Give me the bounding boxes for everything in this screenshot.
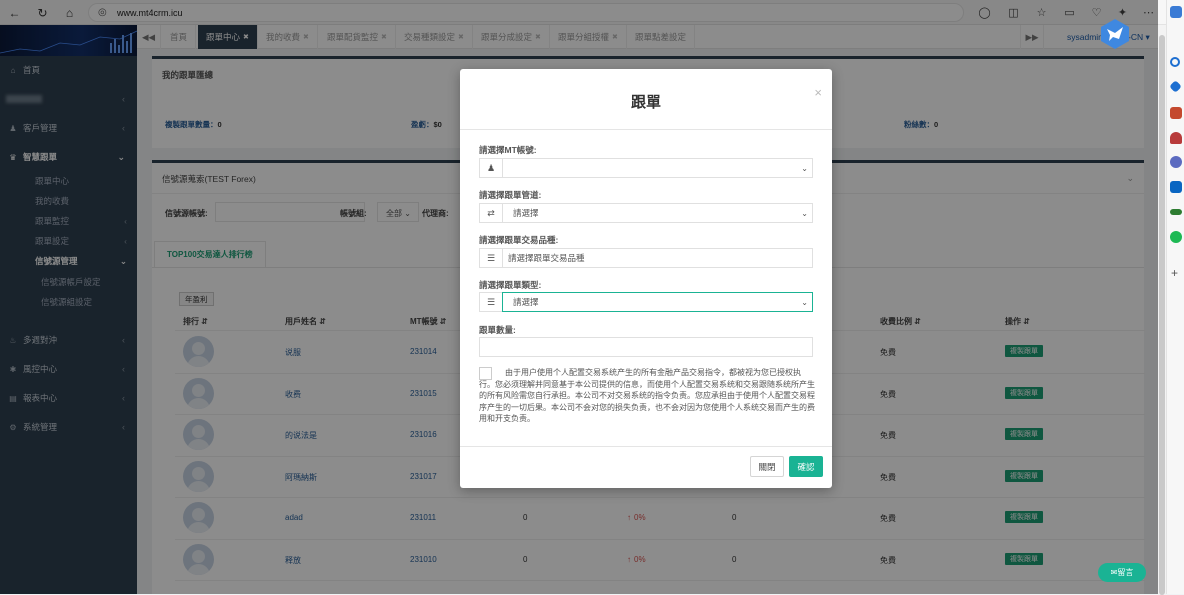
type-label: 請選擇跟單類型: <box>479 280 542 290</box>
games-icon[interactable] <box>1170 156 1182 168</box>
list-icon: ☰ <box>479 248 503 268</box>
mt-account-select[interactable]: ⌄ <box>502 158 813 178</box>
confirm-button[interactable]: 確認 <box>789 456 823 477</box>
user-icon: ♟ <box>479 158 503 178</box>
spotify-icon[interactable] <box>1170 231 1182 243</box>
type-select[interactable]: 請選擇 ⌄ <box>502 292 813 312</box>
modal-title: 跟單 <box>630 94 661 111</box>
chevron-down-icon: ⌄ <box>801 298 808 307</box>
quantity-input[interactable] <box>479 337 813 357</box>
chat-icon: ✉ <box>1110 568 1118 577</box>
chevron-down-icon: ⌄ <box>801 209 808 218</box>
shopping-icon[interactable] <box>1170 209 1182 215</box>
leave-message-button[interactable]: ✉ 留言 <box>1098 563 1146 582</box>
person-icon[interactable] <box>1170 132 1182 144</box>
channel-select[interactable]: 請選擇 ⌄ <box>502 203 813 223</box>
floating-assistant-icon[interactable] <box>1098 17 1132 51</box>
channel-label: 請選擇跟單管道: <box>479 190 542 200</box>
chevron-down-icon: ⌄ <box>801 164 808 173</box>
add-icon[interactable]: + <box>1171 266 1178 280</box>
product-label: 請選擇跟單交易品種: <box>479 235 559 245</box>
exchange-icon: ⇄ <box>479 203 503 223</box>
copilot-icon[interactable] <box>1170 6 1182 18</box>
browser-sidebar: + <box>1166 0 1184 594</box>
close-icon[interactable]: × <box>814 85 822 100</box>
tag-icon[interactable] <box>1169 80 1182 93</box>
toolbox-icon[interactable] <box>1170 107 1182 119</box>
close-button[interactable]: 關閉 <box>750 456 784 477</box>
scroll-thumb[interactable] <box>1159 35 1165 595</box>
agreement-checkbox[interactable] <box>479 367 492 380</box>
mt-account-label: 請選擇MT帳號: <box>479 145 537 155</box>
list-icon: ☰ <box>479 292 503 312</box>
product-input[interactable]: 請選擇跟單交易品種 <box>502 248 813 268</box>
page-scrollbar[interactable] <box>1158 25 1166 595</box>
quantity-label: 跟單數量: <box>479 325 516 335</box>
outlook-icon[interactable] <box>1170 181 1182 193</box>
agreement-text: 由于用户使用个人配置交易系统产生的所有金融产品交易指令，都被视为您已授权执行。您… <box>479 368 815 423</box>
copy-modal: 跟單 × 請選擇MT帳號: ♟ ⌄ 請選擇跟單管道: ⇄ 請選擇 ⌄ 請選擇跟單交… <box>460 69 832 488</box>
search-icon[interactable] <box>1170 57 1180 67</box>
